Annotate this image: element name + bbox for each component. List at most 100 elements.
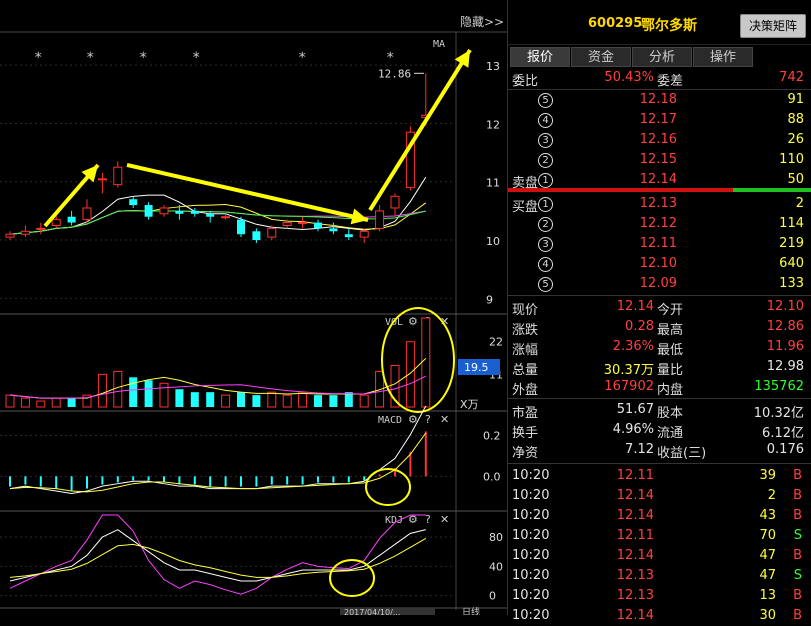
sell-price: 12.16 xyxy=(639,132,677,147)
vol-tick: 22 xyxy=(489,336,503,349)
candle-body xyxy=(82,207,92,221)
stock-name: 鄂尔多斯 xyxy=(641,18,697,34)
stat-label: 现价 xyxy=(512,303,539,318)
buy-row[interactable]: 2 12.12 114 xyxy=(508,214,811,234)
tab-funds[interactable]: 资金 xyxy=(571,47,631,67)
candle-body xyxy=(314,222,322,229)
volume-bar xyxy=(144,380,153,407)
volume-bar xyxy=(221,394,231,408)
fund-label: 市盈 xyxy=(512,406,539,421)
hide-toggle[interactable]: 隐藏>> xyxy=(460,15,504,29)
sell-price: 12.18 xyxy=(639,92,677,107)
candle-body xyxy=(129,199,138,206)
tick-side: B xyxy=(793,508,802,523)
sell-row[interactable]: 5 12.18 91 xyxy=(508,90,811,110)
fund-label: 换手 xyxy=(512,426,539,441)
stat-label: 涨跌 xyxy=(512,323,539,338)
weibi-row: 委比 50.43% 委差 742 xyxy=(508,68,811,89)
fund-value: 4.96% xyxy=(612,422,654,437)
tick-price: 12.11 xyxy=(616,468,654,483)
tick-volume: 47 xyxy=(759,548,776,563)
tab-analysis[interactable]: 分析 xyxy=(632,47,692,67)
chart-area[interactable]: 隐藏>>MA******13121110912.86VOL⚙?✕221119.5… xyxy=(0,0,507,615)
volume-bar xyxy=(159,382,169,408)
macd-tick: 0.0 xyxy=(483,470,501,483)
tick-row: 10:20 12.14 2 B xyxy=(508,486,811,506)
candle-body xyxy=(252,231,261,241)
sell-row[interactable]: 卖盘 1 12.14 50 xyxy=(508,170,811,191)
volume-bar xyxy=(206,392,215,407)
tick-side: B xyxy=(793,468,802,483)
macd-label: MACD xyxy=(378,415,402,426)
highlight-circle-volume xyxy=(381,307,455,413)
tick-price: 12.13 xyxy=(616,568,654,583)
candle-body xyxy=(344,234,353,238)
candle-body xyxy=(5,233,15,238)
fund-value: 0.176 xyxy=(766,442,804,457)
vol-current-value: 19.5 xyxy=(464,361,489,374)
quote-tabs: 报价 资金 分析 操作 xyxy=(510,47,810,67)
tab-operation[interactable]: 操作 xyxy=(693,47,753,67)
highlight-circle-kdj xyxy=(329,559,375,597)
volume-bar xyxy=(329,395,338,407)
tick-side: S xyxy=(793,528,802,543)
candle-body xyxy=(375,210,385,229)
sell-volume: 91 xyxy=(787,92,804,107)
fund-value: 6.12亿 xyxy=(762,426,804,441)
tick-row: 10:20 12.14 30 B xyxy=(508,606,811,626)
sell-volume: 50 xyxy=(787,172,804,187)
buy-volume: 2 xyxy=(795,196,804,211)
volume-bar xyxy=(405,341,415,408)
stat-label: 外盘 xyxy=(512,383,539,398)
volume-bar xyxy=(359,394,369,408)
kline-chart[interactable]: 隐藏>>MA******13121110912.86VOL⚙?✕221119.5… xyxy=(0,0,507,615)
sell-row[interactable]: 4 12.17 88 xyxy=(508,110,811,130)
buy-row[interactable]: 5 12.09 133 xyxy=(508,274,811,294)
volume-bar xyxy=(67,398,76,407)
tab-quote[interactable]: 报价 xyxy=(510,47,570,67)
volume-bar xyxy=(36,400,46,408)
stat-value: 2.36% xyxy=(612,339,654,354)
weicha-value: 742 xyxy=(779,70,804,85)
sell-volume: 110 xyxy=(779,152,804,167)
tick-price: 12.14 xyxy=(616,608,654,623)
help-icon: ? xyxy=(425,513,431,526)
volume-bar xyxy=(190,392,199,407)
tick-side: B xyxy=(793,588,802,603)
volume-bar xyxy=(129,377,138,407)
stat-row: 涨跌 0.28 最高 12.86 xyxy=(508,317,811,338)
stat-row: 总量 30.37万 量比 12.98 xyxy=(508,357,811,378)
sell-row[interactable]: 2 12.15 110 xyxy=(508,150,811,170)
sell-row[interactable]: 3 12.16 26 xyxy=(508,130,811,150)
tick-row: 10:20 12.13 47 S xyxy=(508,566,811,586)
volume-bar xyxy=(237,392,245,407)
kdj-d-line xyxy=(9,538,427,578)
stat-label: 涨幅 xyxy=(512,343,539,358)
close-icon: ✕ xyxy=(440,413,449,426)
tick-side: S xyxy=(793,568,802,583)
tick-volume: 47 xyxy=(759,568,776,583)
fund-label: 收益(三) xyxy=(657,446,707,461)
ma-label: MA xyxy=(433,39,445,50)
candle-body xyxy=(51,219,61,226)
tick-volume: 13 xyxy=(759,588,776,603)
kdj-tick: 0 xyxy=(489,590,496,603)
star-marker: * xyxy=(86,50,94,66)
buy-row[interactable]: 3 12.11 219 xyxy=(508,234,811,254)
highlight-circle-macd xyxy=(365,468,411,506)
tick-time: 10:20 xyxy=(512,568,550,583)
tick-volume: 43 xyxy=(759,508,776,523)
fund-value: 10.32亿 xyxy=(753,406,804,421)
buy-row[interactable]: 买盘 1 12.13 2 xyxy=(508,194,811,215)
candle-body xyxy=(237,219,245,235)
kdj-label: KDJ xyxy=(385,515,403,526)
candle-body xyxy=(20,230,30,235)
star-marker: * xyxy=(139,50,147,66)
buy-row[interactable]: 4 12.10 640 xyxy=(508,254,811,274)
candle-body xyxy=(329,228,338,232)
decision-matrix-button[interactable]: 决策矩阵 xyxy=(740,14,806,38)
stat-row: 涨幅 2.36% 最低 11.96 xyxy=(508,337,811,358)
sell-price: 12.14 xyxy=(639,172,677,187)
kdj-tick: 80 xyxy=(489,531,503,544)
tick-side: B xyxy=(793,548,802,563)
